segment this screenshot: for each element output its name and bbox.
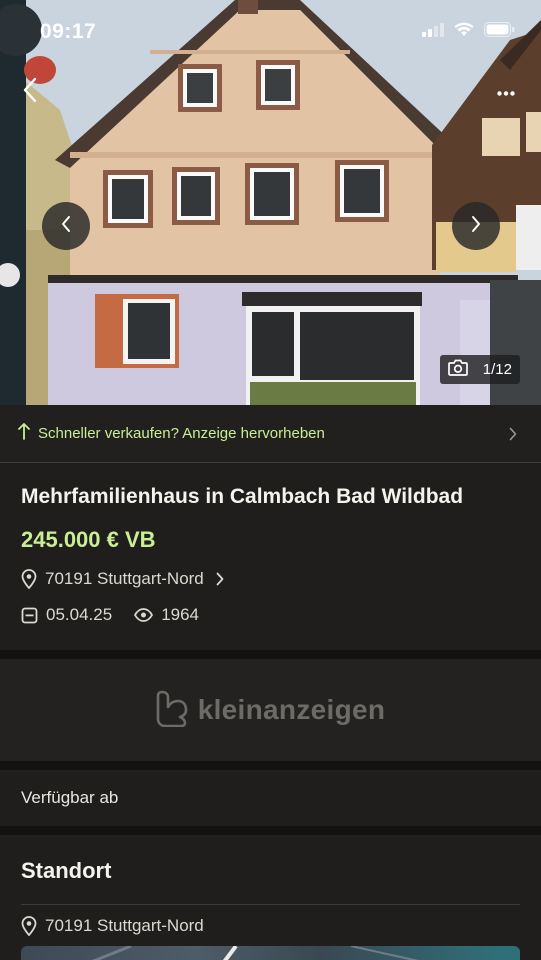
section-divider [0, 826, 541, 835]
status-icons [422, 22, 515, 42]
more-icon [497, 83, 515, 101]
location-pin-icon [21, 916, 37, 936]
calendar-icon [21, 607, 38, 624]
location-section: Standort 70191 Stuttgart-Nord [0, 835, 541, 960]
location-divider [21, 904, 520, 905]
back-icon [22, 77, 38, 108]
promote-label: Schneller verkaufen? Anzeige hervorheben [38, 425, 325, 442]
available-from-label: Verfügbar ab [21, 788, 119, 807]
location-heading: Standort [21, 858, 112, 883]
photo-counter[interactable]: 1/12 [440, 355, 520, 384]
status-time: 09:17 [40, 20, 97, 43]
more-button[interactable] [491, 80, 521, 104]
listing-date: 05.04.25 [46, 605, 113, 624]
photo-count: 1/12 [482, 361, 512, 378]
camera-icon [448, 359, 468, 381]
location-text: 70191 Stuttgart-Nord [45, 916, 204, 935]
listing-photo [0, 0, 541, 405]
wifi-icon [454, 22, 474, 42]
map-roads [91, 946, 419, 960]
listing-title: Mehrfamilienhaus in Calmbach Bad Wildbad [21, 485, 464, 508]
location-pin-icon [21, 569, 37, 589]
previous-image-button[interactable] [42, 202, 90, 250]
arrow-up-icon [18, 422, 30, 445]
next-image-button[interactable] [452, 202, 500, 250]
prev-image-icon [60, 215, 72, 238]
chevron-right-icon [216, 572, 224, 586]
listing-meta: 05.04.25 1964 [21, 605, 199, 625]
eye-icon [134, 608, 154, 622]
kleinanzeigen-logo-icon [156, 689, 188, 732]
signal-icon [422, 22, 444, 42]
back-button[interactable] [14, 76, 46, 108]
image-gallery[interactable]: 09:17 1/12 [0, 0, 541, 405]
promote-listing-row[interactable]: Schneller verkaufen? Anzeige hervorheben [0, 405, 541, 463]
listing-views: 1964 [134, 605, 199, 625]
ad-brand: kleinanzeigen [197, 694, 386, 725]
battery-icon [484, 22, 515, 42]
location-map[interactable] [21, 946, 520, 960]
available-from-row: Verfügbar ab [0, 770, 541, 826]
listing-info: Mehrfamilienhaus in Calmbach Bad Wildbad… [0, 463, 541, 650]
next-image-icon [470, 215, 482, 238]
listing-location: 70191 Stuttgart-Nord [45, 569, 204, 588]
section-divider [0, 761, 541, 770]
ad-banner[interactable]: kleinanzeigen [0, 659, 541, 761]
listing-location-link[interactable]: 70191 Stuttgart-Nord [21, 569, 224, 589]
chevron-right-icon [507, 427, 519, 441]
status-bar: 09:17 [0, 0, 541, 60]
location-row[interactable]: 70191 Stuttgart-Nord [21, 916, 204, 936]
listing-price: 245.000 € VB [21, 527, 156, 552]
section-divider [0, 650, 541, 659]
listing-view-count: 1964 [161, 605, 200, 624]
